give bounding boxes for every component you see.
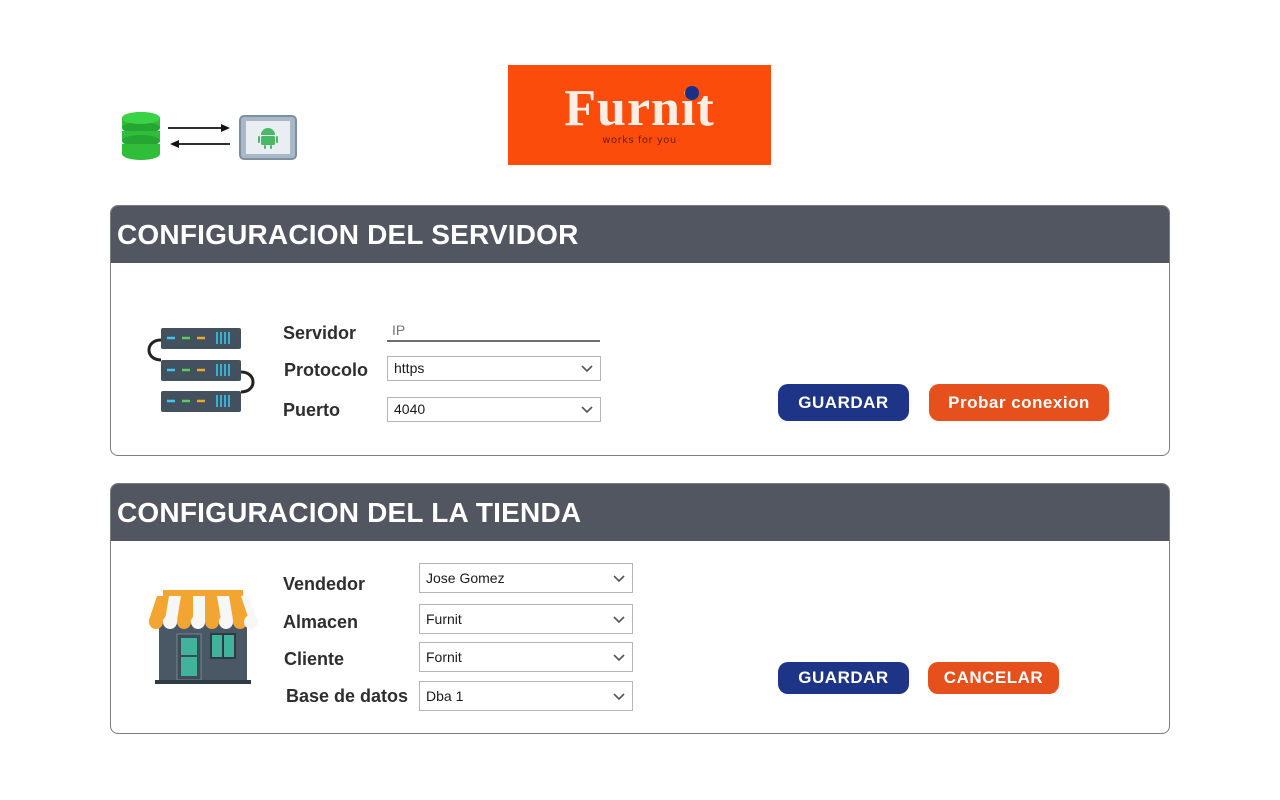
store-save-button[interactable]: GUARDAR [778,662,909,694]
store-config-panel: CONFIGURACION DEL LA TIENDA Vendedor Jos… [110,483,1170,734]
store-panel-title: CONFIGURACION DEL LA TIENDA [111,484,1169,541]
almacen-select[interactable]: Furnit [419,604,633,634]
database-sync-illustration [118,110,300,166]
chevron-down-icon [613,616,625,624]
server-save-button[interactable]: GUARDAR [778,384,909,421]
vendedor-value: Jose Gomez [426,570,505,586]
storefront-icon [149,590,258,684]
chevron-down-icon [581,365,593,373]
servidor-ip-input[interactable] [387,320,600,342]
cancel-button[interactable]: CANCELAR [928,662,1059,694]
base-de-datos-select[interactable]: Dba 1 [419,681,633,711]
chevron-down-icon [613,654,625,662]
vendedor-select[interactable]: Jose Gomez [419,563,633,593]
puerto-value: 4040 [394,401,426,417]
base-de-datos-label: Base de datos [286,686,409,706]
almacen-value: Furnit [426,611,462,627]
sync-arrows-icon [168,124,230,148]
logo-wordmark: Furnit [564,80,715,137]
puerto-label: Puerto [283,400,341,420]
furnit-logo: Furnit works for you [508,65,771,165]
cliente-select[interactable]: Fornit [419,642,633,672]
logo-dot [685,86,699,100]
cliente-value: Fornit [426,649,462,665]
chevron-down-icon [581,406,593,414]
almacen-label: Almacen [283,612,359,632]
android-tablet-icon [239,115,297,160]
protocolo-label: Protocolo [284,360,368,380]
server-config-panel: CONFIGURACION DEL SERVIDOR Servidor Prot… [110,205,1170,456]
chevron-down-icon [613,575,625,583]
base-de-datos-value: Dba 1 [426,688,464,704]
servidor-label: Servidor [283,323,357,343]
test-connection-button[interactable]: Probar conexion [929,384,1109,421]
chevron-down-icon [613,693,625,701]
protocolo-value: https [394,360,425,376]
logo-tagline: works for you [602,135,677,146]
vendedor-label: Vendedor [283,574,366,594]
cliente-label: Cliente [284,649,345,669]
server-rack-icon [147,328,255,412]
puerto-select[interactable]: 4040 [387,397,601,422]
server-panel-title: CONFIGURACION DEL SERVIDOR [111,206,1169,263]
database-sync-android-icon [122,112,297,160]
database-icon [122,112,160,160]
protocolo-select[interactable]: https [387,356,601,381]
